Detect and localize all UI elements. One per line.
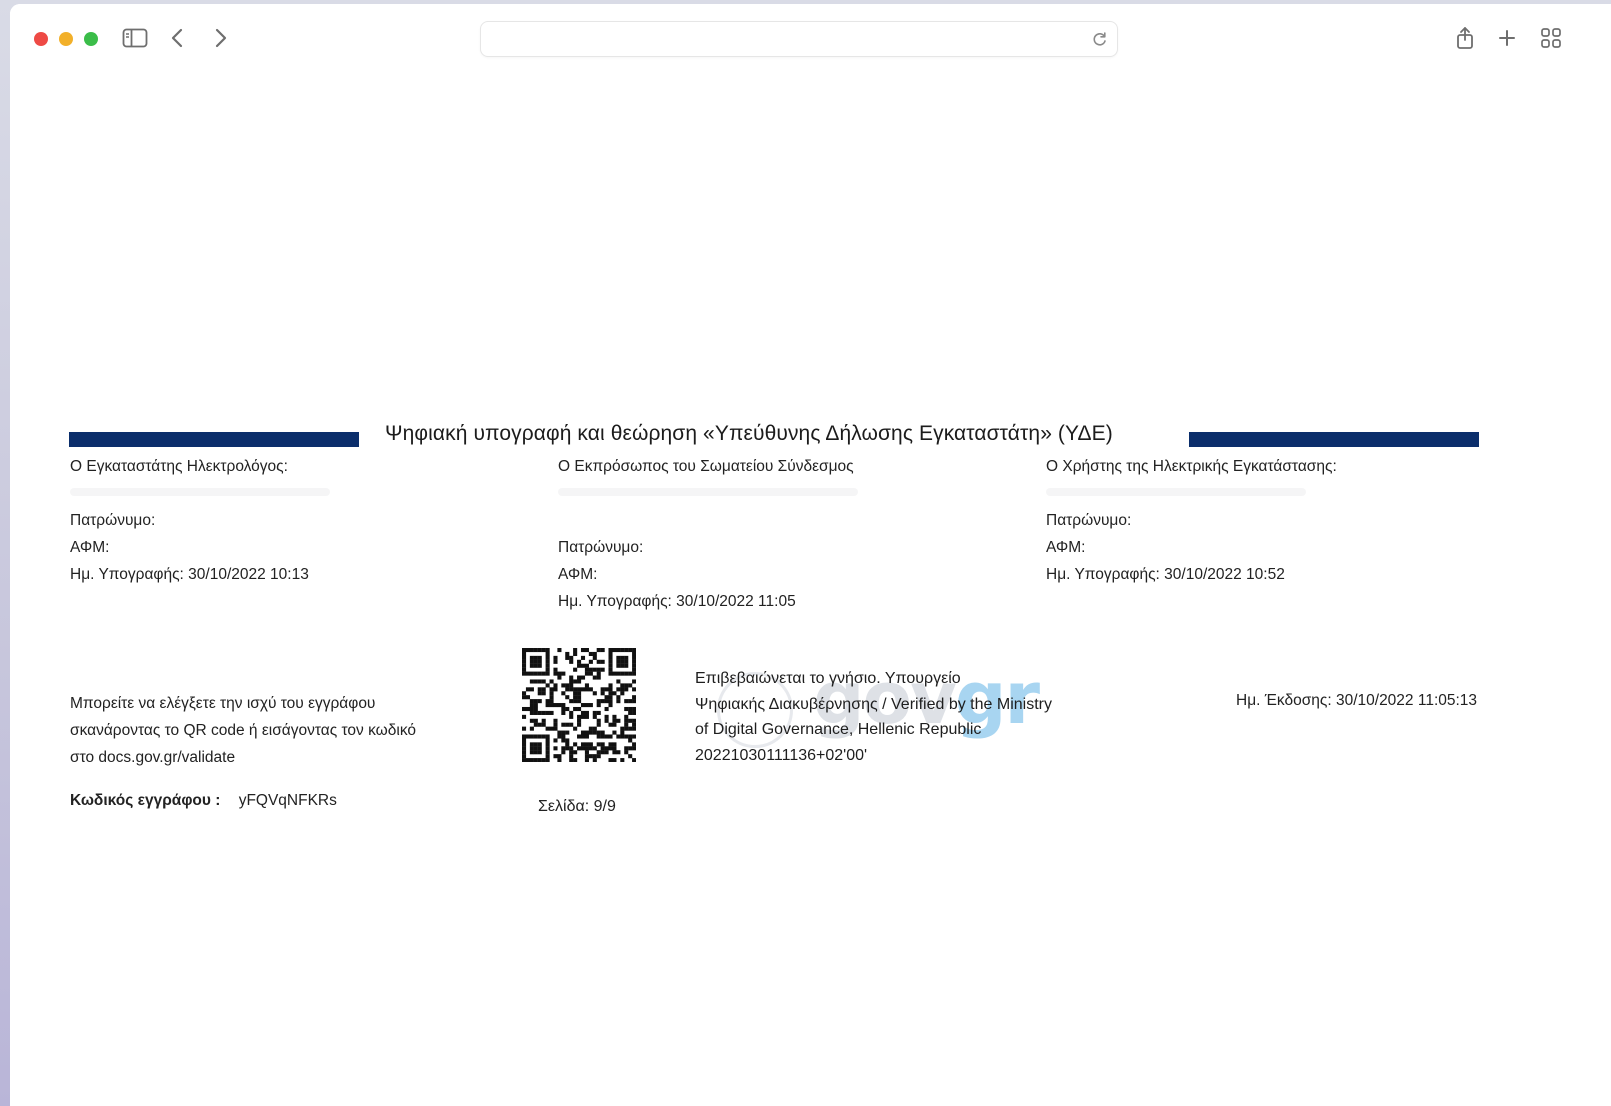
association-patronymic: Πατρώνυμο: xyxy=(558,539,644,556)
verification-line-1: Επιβεβαιώνεται το γνήσιο. Υπουργείο xyxy=(695,670,961,687)
browser-window: Ψηφιακή υπογραφή και θεώρηση «Υπεύθυνης … xyxy=(10,4,1611,1106)
tab-overview-icon[interactable] xyxy=(1536,24,1566,52)
user-afm: ΑΦΜ: xyxy=(1046,539,1086,556)
association-afm: ΑΦΜ: xyxy=(558,566,598,583)
plus-icon[interactable] xyxy=(1492,24,1522,52)
chevron-right-icon[interactable] xyxy=(206,24,236,52)
qr-code-icon xyxy=(522,648,636,762)
user-signature-date: Ημ. Υπογραφής: 30/10/2022 10:52 xyxy=(1046,566,1285,583)
address-bar[interactable] xyxy=(480,21,1118,57)
redacted-name xyxy=(1046,488,1306,496)
page-number: Σελίδα: 9/9 xyxy=(538,798,616,815)
browser-toolbar xyxy=(10,4,1611,71)
installer-afm: ΑΦΜ: xyxy=(70,539,110,556)
document-title: Ψηφιακή υπογραφή και θεώρηση «Υπεύθυνης … xyxy=(385,422,1113,445)
verification-stamp: govgr Επιβεβαιώνεται το γνήσιο. Υπουργεί… xyxy=(695,662,1125,776)
zoom-window-button[interactable] xyxy=(84,32,98,46)
association-heading: Ο Εκπρόσωπος του Σωματείου Σύνδεσμος xyxy=(558,458,854,475)
verification-line-2: Ψηφιακής Διακυβέρνησης / Verified by the… xyxy=(695,695,1052,713)
validation-info-line-3: στο docs.gov.gr/validate xyxy=(70,749,236,766)
verification-timestamp: 20221030111136+02'00' xyxy=(695,746,868,764)
document-page: Ψηφιακή υπογραφή και θεώρηση «Υπεύθυνης … xyxy=(10,70,1611,1106)
title-bar-right xyxy=(1189,432,1479,447)
issue-date: Ημ. Έκδοσης: 30/10/2022 11:05:13 xyxy=(1236,692,1478,709)
installer-heading: Ο Εγκαταστάτης Ηλεκτρολόγος: xyxy=(70,458,288,475)
document-title-row: Ψηφιακή υπογραφή και θεώρηση «Υπεύθυνης … xyxy=(69,422,1479,452)
document-code-label: Κωδικός εγγράφου : xyxy=(70,792,221,809)
title-bar-left xyxy=(69,432,359,447)
sidebar-icon[interactable] xyxy=(120,24,150,52)
close-window-button[interactable] xyxy=(34,32,48,46)
reload-icon[interactable] xyxy=(1091,30,1109,48)
document-code: Κωδικός εγγράφου : yFQVqNFKRs xyxy=(70,792,337,810)
validation-info-line-2: σκανάροντας το QR code ή εισάγοντας τον … xyxy=(70,722,416,739)
chevron-left-icon[interactable] xyxy=(162,24,192,52)
verification-text: Επιβεβαιώνεται το γνήσιο. Υπουργείο Ψηφι… xyxy=(695,666,1052,768)
redacted-name xyxy=(70,488,330,496)
document-code-value: yFQVqNFKRs xyxy=(238,792,337,809)
minimize-window-button[interactable] xyxy=(59,32,73,46)
association-signature-date: Ημ. Υπογραφής: 30/10/2022 11:05 xyxy=(558,593,796,610)
installer-signature-date: Ημ. Υπογραφής: 30/10/2022 10:13 xyxy=(70,566,309,583)
validation-info-line-1: Μπορείτε να ελέγξετε την ισχύ του εγγράφ… xyxy=(70,695,376,712)
verification-line-3: of Digital Governance, Hellenic Republic xyxy=(695,721,982,738)
user-heading: Ο Χρήστης της Ηλεκτρικής Εγκατάστασης: xyxy=(1046,458,1337,475)
validation-info: Μπορείτε να ελέγξετε την ισχύ του εγγράφ… xyxy=(70,690,416,771)
redacted-name xyxy=(558,488,858,496)
user-patronymic: Πατρώνυμο: xyxy=(1046,512,1132,529)
share-icon[interactable] xyxy=(1450,24,1480,52)
installer-patronymic: Πατρώνυμο: xyxy=(70,512,156,529)
